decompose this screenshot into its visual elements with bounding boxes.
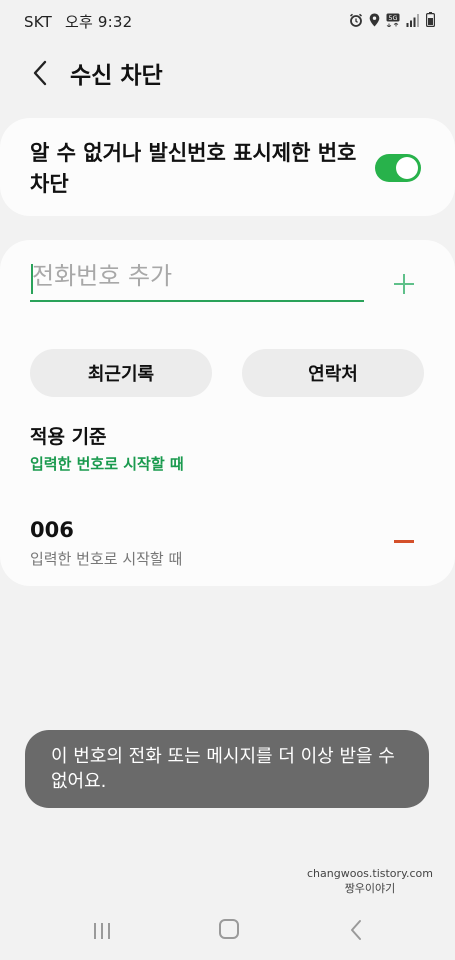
alarm-icon	[350, 13, 362, 27]
home-icon[interactable]	[219, 919, 239, 939]
chevron-left-icon	[33, 60, 47, 86]
navigation-bar	[0, 905, 455, 960]
block-unknown-label: 알 수 없거나 발신번호 표시제한 번호 차단	[30, 141, 357, 196]
5g-icon: 5G	[386, 13, 400, 27]
page-title: 수신 차단	[70, 63, 163, 89]
app-bar: 수신 차단	[0, 50, 455, 96]
watermark-name: 짱우이야기	[344, 882, 396, 895]
watermark: changwoos.tistory.com 짱우이야기	[300, 866, 440, 896]
recent-apps-icon[interactable]	[92, 921, 112, 941]
contacts-button[interactable]: 연락처	[242, 349, 424, 397]
status-left: SKT 오후 9:32	[24, 11, 140, 32]
text-cursor	[31, 264, 33, 294]
clock: 오후 9:32	[64, 13, 133, 31]
battery-icon	[426, 12, 435, 27]
blocked-number: 006	[30, 518, 74, 542]
status-bar: SKT 오후 9:32 5G	[0, 0, 455, 42]
watermark-url: changwoos.tistory.com	[307, 867, 433, 880]
toggle-knob	[396, 157, 418, 179]
carrier-label: SKT	[24, 13, 52, 31]
back-button[interactable]	[26, 58, 54, 88]
location-icon	[369, 13, 380, 26]
signal-icon	[406, 13, 419, 27]
match-criteria-title: 적용 기준	[30, 426, 107, 448]
toast: 이 번호의 전화 또는 메시지를 더 이상 받을 수 없어요.	[25, 730, 429, 808]
nav-back-icon[interactable]	[348, 919, 364, 941]
add-number-button[interactable]	[392, 272, 416, 296]
remove-number-button[interactable]	[394, 540, 414, 543]
toast-message: 이 번호의 전화 또는 메시지를 더 이상 받을 수 없어요.	[51, 746, 395, 792]
recent-calls-button[interactable]: 최근기록	[30, 349, 212, 397]
status-icons: 5G	[349, 12, 435, 27]
svg-text:5G: 5G	[388, 14, 397, 22]
block-unknown-toggle[interactable]	[375, 154, 421, 182]
phone-number-input[interactable]	[30, 258, 364, 302]
blocked-number-rule: 입력한 번호로 시작할 때	[30, 550, 183, 568]
match-criteria-value[interactable]: 입력한 번호로 시작할 때	[30, 453, 184, 474]
